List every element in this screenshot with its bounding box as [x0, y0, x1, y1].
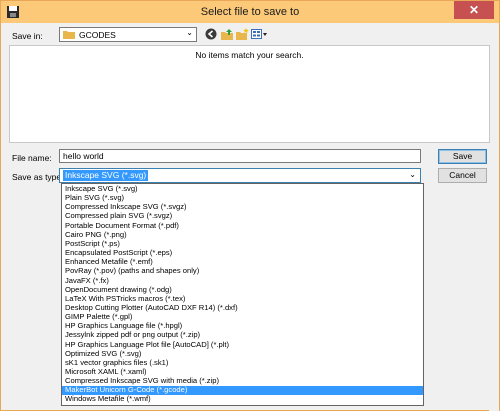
chevron-down-icon: ⌄ — [409, 170, 416, 179]
up-folder-icon — [220, 29, 233, 40]
save-in-combo[interactable]: GCODES ⌄ — [59, 27, 197, 42]
view-menu-icon — [251, 29, 267, 39]
file-type-dropdown-list[interactable]: Inkscape SVG (*.svg) Plain SVG (*.svg) Com… — [61, 183, 424, 406]
empty-message: No items match your search. — [195, 50, 304, 60]
title-bar[interactable]: Select file to save to ✕ — [1, 1, 499, 23]
new-folder-icon — [235, 28, 249, 40]
dialog-edge — [489, 183, 499, 411]
back-icon — [205, 28, 217, 40]
dialog-title: Select file to save to — [200, 6, 300, 18]
save-button[interactable]: Save — [438, 149, 487, 164]
file-type-option[interactable]: JavaFX (*.fx) — [62, 276, 423, 286]
folder-icon — [63, 31, 75, 39]
save-as-type-value: Inkscape SVG (*.svg) — [63, 170, 149, 181]
save-dialog: Select file to save to ✕ Save in: GCODES… — [0, 0, 500, 411]
file-name-label: File name: — [12, 153, 52, 163]
save-in-label: Save in: — [12, 31, 43, 41]
save-as-type-label: Save as type: — [12, 172, 64, 182]
back-button[interactable] — [204, 27, 218, 41]
cancel-button[interactable]: Cancel — [438, 168, 487, 183]
file-list[interactable]: No items match your search. — [9, 45, 490, 143]
file-type-option[interactable]: Jessylnk zipped pdf or png output (*.zip… — [62, 331, 423, 340]
close-button[interactable]: ✕ — [454, 1, 494, 19]
up-folder-button[interactable] — [220, 27, 234, 41]
file-type-option[interactable]: Compressed plain SVG (*.svgz) — [62, 212, 423, 221]
save-as-type-combo[interactable]: Inkscape SVG (*.svg) ⌄ — [59, 168, 421, 183]
file-type-option[interactable]: Windows Metafile (*.wmf) — [62, 395, 423, 404]
file-name-input[interactable] — [59, 149, 421, 163]
save-in-value: GCODES — [79, 30, 116, 40]
view-menu-button[interactable] — [251, 27, 269, 41]
chevron-down-icon: ⌄ — [186, 28, 193, 37]
new-folder-button[interactable] — [235, 27, 249, 41]
file-type-option[interactable]: PovRay (*.pov) (paths and shapes only) — [62, 267, 423, 276]
